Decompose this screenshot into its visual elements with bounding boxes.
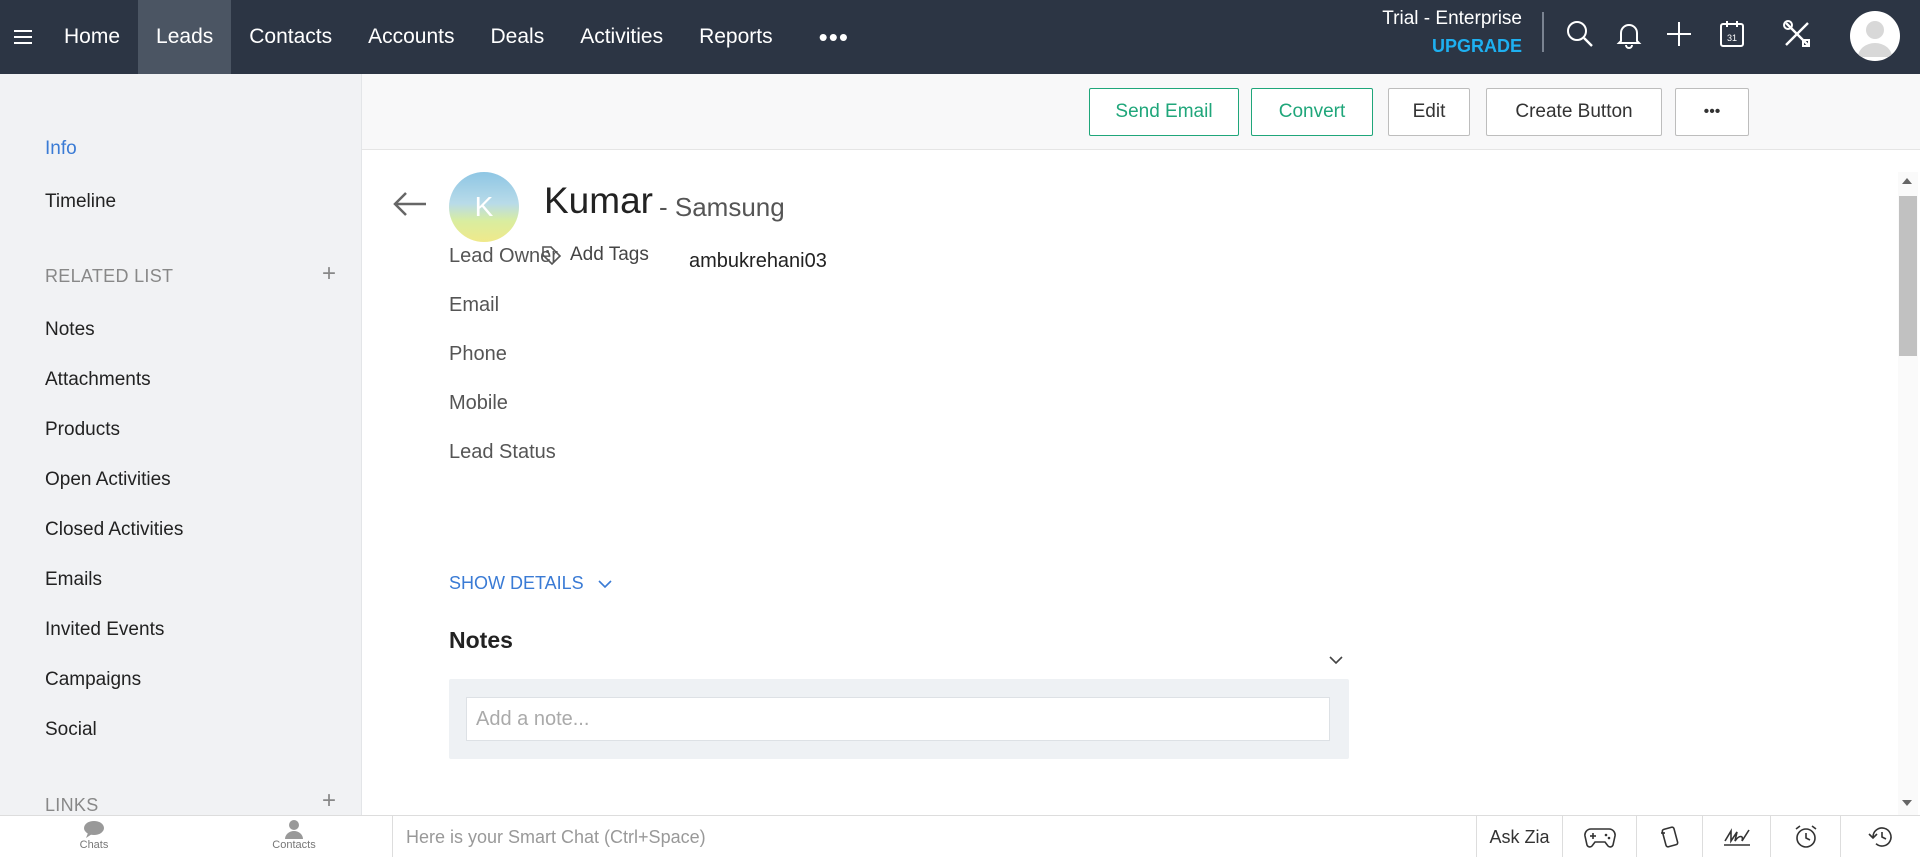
chats-label: Chats bbox=[79, 839, 109, 851]
add-link-icon[interactable]: + bbox=[322, 787, 336, 815]
sidebar-item-products[interactable]: Products bbox=[45, 419, 120, 441]
nav-tab-home[interactable]: Home bbox=[46, 0, 138, 74]
edit-button[interactable]: Edit bbox=[1388, 88, 1470, 136]
add-tags-label: Add Tags bbox=[570, 244, 649, 265]
sidebar-item-open-activities[interactable]: Open Activities bbox=[45, 469, 171, 491]
nav-tab-reports[interactable]: Reports bbox=[681, 0, 791, 74]
record-detail-panel: K Kumar - Samsung Add Tags Lead Owner am… bbox=[362, 150, 1920, 815]
back-arrow-icon[interactable] bbox=[392, 190, 428, 223]
nav-tab-deals[interactable]: Deals bbox=[473, 0, 563, 74]
lead-avatar-initial: K bbox=[474, 191, 494, 222]
sidebar: Info Timeline RELATED LIST + Notes Attac… bbox=[0, 74, 362, 815]
notes-collapse-chevron-icon[interactable] bbox=[1327, 653, 1345, 671]
contacts-label: Contacts bbox=[272, 839, 316, 851]
sidebar-item-info[interactable]: Info bbox=[45, 138, 77, 160]
sidebar-item-emails[interactable]: Emails bbox=[45, 569, 102, 591]
convert-button[interactable]: Convert bbox=[1251, 88, 1373, 136]
ask-zia-button[interactable]: Ask Zia bbox=[1476, 816, 1562, 857]
lead-company: - Samsung bbox=[659, 192, 785, 222]
history-icon[interactable] bbox=[1840, 816, 1920, 857]
sidebar-item-timeline[interactable]: Timeline bbox=[45, 191, 116, 213]
more-actions-button[interactable]: ••• bbox=[1675, 88, 1749, 136]
topbar-divider bbox=[1542, 12, 1544, 52]
tools-icon[interactable] bbox=[1780, 17, 1814, 51]
notes-composer bbox=[449, 679, 1349, 759]
links-heading: LINKS bbox=[45, 795, 99, 815]
chevron-down-icon bbox=[598, 579, 612, 588]
nav-more-button[interactable]: ••• bbox=[791, 0, 877, 74]
nav-tab-accounts[interactable]: Accounts bbox=[350, 0, 472, 74]
field-value-lead-owner[interactable]: ambukrehani03 bbox=[689, 250, 827, 273]
bottom-bar-divider bbox=[392, 816, 393, 857]
smart-chat-input[interactable] bbox=[396, 821, 1466, 853]
alarm-clock-icon[interactable] bbox=[1770, 816, 1840, 857]
chats-tab[interactable]: Chats bbox=[54, 819, 134, 851]
sidebar-item-campaigns[interactable]: Campaigns bbox=[45, 669, 141, 691]
add-note-input[interactable] bbox=[466, 697, 1330, 741]
sidebar-item-invited-events[interactable]: Invited Events bbox=[45, 619, 164, 641]
sidebar-item-social[interactable]: Social bbox=[45, 719, 97, 741]
trial-info: Trial - Enterprise UPGRADE bbox=[1370, 8, 1522, 57]
add-related-list-icon[interactable]: + bbox=[322, 260, 336, 288]
field-label-email: Email bbox=[449, 294, 500, 316]
plus-icon[interactable] bbox=[1662, 17, 1696, 51]
signature-icon[interactable] bbox=[1702, 816, 1770, 857]
sidebar-item-notes[interactable]: Notes bbox=[45, 319, 95, 341]
upgrade-link[interactable]: UPGRADE bbox=[1370, 36, 1522, 57]
bottom-bar: Chats Contacts Ask Zia bbox=[0, 815, 1920, 857]
contacts-tab[interactable]: Contacts bbox=[254, 819, 334, 851]
trial-label: Trial - Enterprise bbox=[1382, 8, 1522, 29]
nav-tab-leads[interactable]: Leads bbox=[138, 0, 232, 74]
bell-icon[interactable] bbox=[1612, 17, 1646, 51]
field-label-lead-owner: Lead Owner bbox=[449, 245, 558, 267]
sidebar-item-attachments[interactable]: Attachments bbox=[45, 369, 151, 391]
show-details-label: SHOW DETAILS bbox=[449, 573, 584, 593]
field-label-lead-status: Lead Status bbox=[449, 441, 556, 463]
field-label-mobile: Mobile bbox=[449, 392, 508, 414]
calendar-day-text: 31 bbox=[1727, 33, 1737, 43]
scroll-up-arrow-icon[interactable] bbox=[1902, 178, 1912, 184]
send-email-button[interactable]: Send Email bbox=[1089, 88, 1239, 136]
scrollbar-thumb[interactable] bbox=[1899, 196, 1917, 356]
ask-zia-label: Ask Zia bbox=[1489, 826, 1550, 847]
scroll-down-arrow-icon[interactable] bbox=[1902, 800, 1912, 806]
top-navigation-bar: Home Leads Contacts Accounts Deals Activ… bbox=[0, 0, 1920, 74]
search-icon[interactable] bbox=[1563, 17, 1597, 51]
calendar-icon[interactable]: 31 bbox=[1715, 17, 1749, 51]
create-button-button[interactable]: Create Button bbox=[1486, 88, 1662, 136]
lead-avatar[interactable]: K bbox=[449, 172, 519, 242]
record-action-bar: Send Email Convert Edit Create Button ••… bbox=[362, 74, 1920, 150]
sidebar-item-closed-activities[interactable]: Closed Activities bbox=[45, 519, 183, 541]
field-label-phone: Phone bbox=[449, 343, 507, 365]
notes-section-title: Notes bbox=[449, 627, 513, 653]
chat-bubble-icon bbox=[84, 821, 104, 838]
hamburger-menu-icon[interactable] bbox=[0, 0, 46, 74]
nav-tab-activities[interactable]: Activities bbox=[562, 0, 681, 74]
user-avatar[interactable] bbox=[1850, 11, 1900, 61]
gamepad-icon[interactable] bbox=[1562, 816, 1636, 857]
mobile-device-icon[interactable] bbox=[1636, 816, 1702, 857]
show-details-toggle[interactable]: SHOW DETAILS bbox=[449, 573, 614, 594]
related-list-heading: RELATED LIST bbox=[45, 266, 174, 286]
nav-tab-contacts[interactable]: Contacts bbox=[231, 0, 350, 74]
lead-name: Kumar bbox=[544, 180, 653, 221]
contact-person-icon bbox=[285, 820, 303, 839]
